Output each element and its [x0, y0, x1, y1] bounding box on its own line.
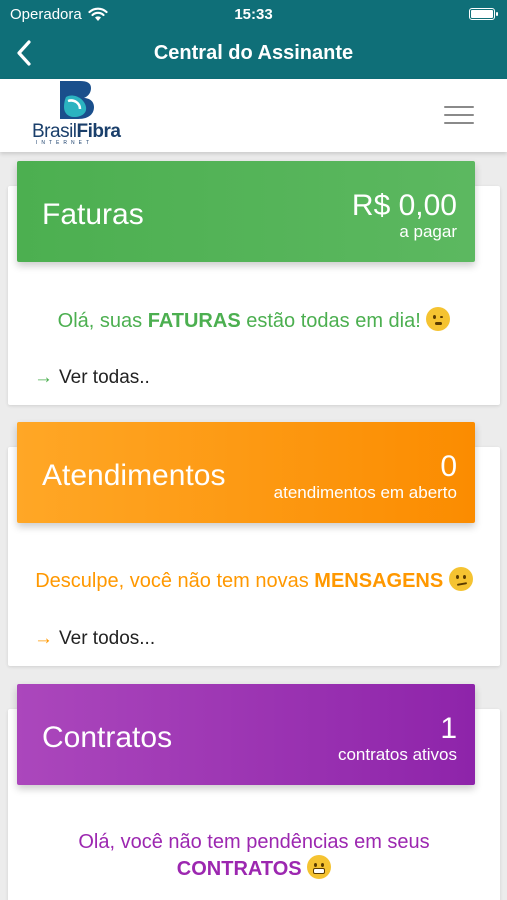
page-title: Central do Assinante [153, 42, 354, 64]
battery-icon [469, 8, 498, 20]
contratos-title: Contratos [42, 721, 173, 754]
atendimentos-title: Atendimentos [42, 459, 226, 492]
hamburger-menu-button[interactable] [444, 104, 476, 126]
brand-bar: BrasilFibra INTERNET [0, 79, 507, 152]
contratos-message: Olá, você não tem pendências em seus CON… [78, 831, 430, 880]
logo-mark-icon [60, 81, 94, 119]
faturas-message: Olá, suas FATURAS estão todas em dia! [8, 307, 500, 333]
faturas-header[interactable]: Faturas R$ 0,00 a pagar [17, 161, 475, 262]
wifi-icon [88, 7, 108, 21]
faturas-subtitle: a pagar [399, 222, 457, 241]
confused-face-icon [448, 567, 473, 591]
carrier-label: Operadora [10, 5, 82, 23]
atendimentos-see-all-link[interactable]: → Ver todos... [34, 628, 155, 650]
nav-bar: Central do Assinante [0, 28, 507, 79]
menu-line [444, 122, 474, 124]
contratos-subtitle: contratos ativos [337, 745, 457, 764]
faturas-value: R$ 0,00 [351, 189, 457, 222]
grinning-face-icon [307, 855, 332, 879]
atendimentos-header[interactable]: Atendimentos 0 atendimentos em aberto [17, 422, 475, 523]
faturas-title: Faturas [42, 198, 144, 231]
menu-line [444, 114, 474, 116]
status-left: Operadora [10, 6, 108, 23]
atendimentos-value: 0 [440, 450, 457, 483]
chevron-left-icon [17, 40, 31, 66]
atendimentos-message: Desculpe, você não tem novas MENSAGENS [8, 567, 500, 593]
status-bar: Operadora 15:33 [0, 0, 507, 28]
logo-subtext: INTERNET [36, 140, 93, 146]
atendimentos-subtitle: atendimentos em aberto [273, 483, 457, 502]
brand-logo[interactable]: BrasilFibra INTERNET [32, 79, 121, 149]
back-button[interactable] [10, 38, 38, 68]
contratos-header[interactable]: Contratos 1 contratos ativos [17, 684, 475, 785]
winking-face-icon [426, 307, 451, 331]
arrow-right-icon: → [34, 367, 53, 388]
contratos-value: 1 [440, 712, 457, 745]
faturas-see-all-link[interactable]: → Ver todas.. [34, 367, 150, 389]
arrow-right-icon: → [34, 628, 53, 649]
menu-line [444, 106, 474, 108]
